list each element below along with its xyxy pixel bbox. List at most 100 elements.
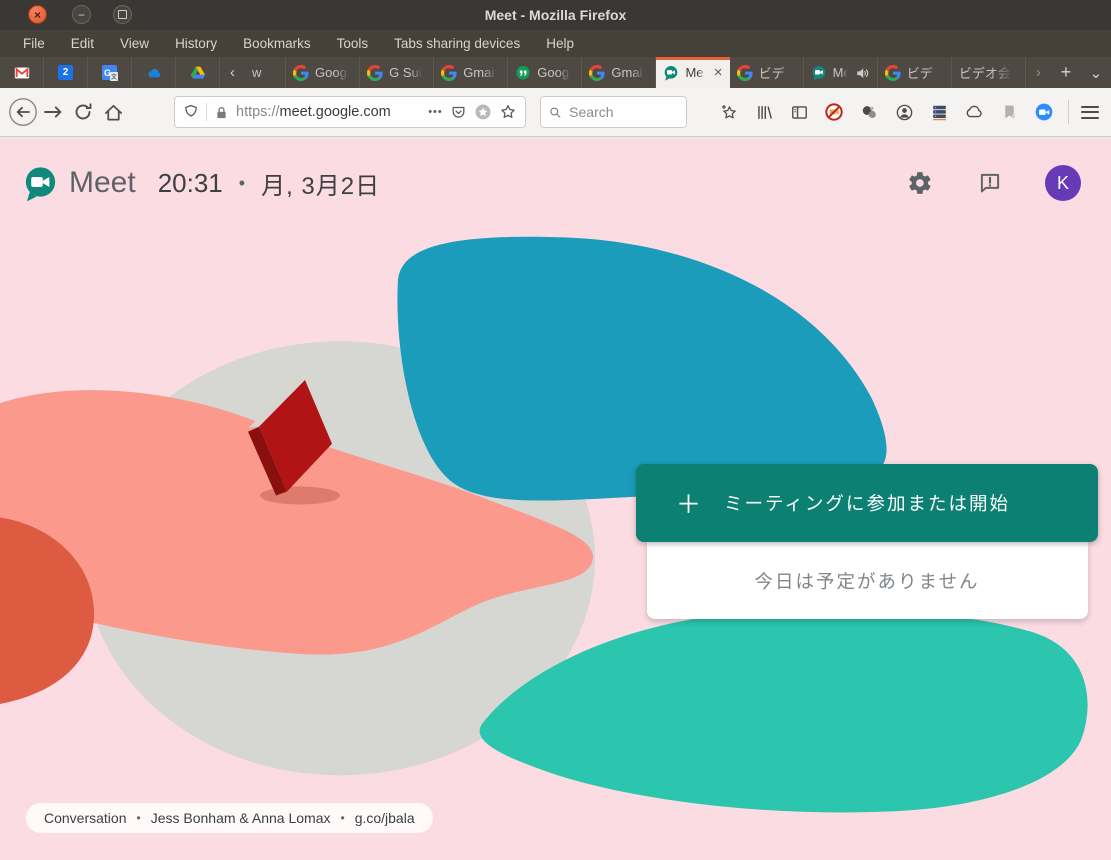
feedback-icon[interactable] (977, 170, 1003, 196)
browser-tab-active[interactable]: Me× (656, 57, 729, 88)
pocket-icon[interactable] (450, 104, 467, 121)
pinned-tab-gmail[interactable] (0, 57, 44, 88)
forward-button[interactable] (38, 97, 68, 127)
calendar-icon: 2 (58, 65, 73, 80)
pinned-tab-drive[interactable] (176, 57, 220, 88)
server-extension-button[interactable] (929, 102, 949, 122)
tab-title: Gmai (611, 65, 648, 80)
content-blocker-extension-button[interactable] (824, 102, 844, 122)
new-tab-button[interactable]: + (1051, 57, 1081, 88)
app-name: Meet (69, 166, 136, 200)
bookmark-star-icon[interactable] (499, 103, 517, 121)
browser-tab[interactable]: Goog (286, 57, 360, 88)
tab-title: Goog (537, 65, 574, 80)
library-button[interactable] (754, 102, 774, 122)
browser-tab[interactable]: Gmai (434, 57, 508, 88)
tab-audio-icon[interactable] (855, 65, 870, 80)
google-favicon (293, 65, 309, 81)
url-bar-divider (206, 103, 207, 121)
google-favicon (367, 65, 383, 81)
window-minimize-button[interactable]: − (72, 5, 91, 24)
schedule-panel: 今日は予定がありません (647, 542, 1088, 619)
browser-tab[interactable]: G Sui (360, 57, 434, 88)
tab-list-dropdown-button[interactable]: ⌄ (1081, 57, 1111, 88)
home-icon (103, 102, 124, 123)
tab-title: Goog (315, 65, 352, 80)
search-bar[interactable] (540, 96, 688, 128)
reload-button[interactable] (68, 97, 98, 127)
translate-char: 文 (110, 72, 118, 81)
menu-tabs-sharing-devices[interactable]: Tabs sharing devices (381, 32, 533, 55)
window-titlebar: × − Meet - Mozilla Firefox (0, 0, 1111, 30)
menu-tools[interactable]: Tools (324, 32, 382, 55)
window-close-button[interactable]: × (28, 5, 47, 24)
header-separator-dot: • (239, 173, 245, 194)
cloud-icon (964, 102, 984, 122)
url-host: meet.google.com (280, 104, 391, 120)
meet-page: Meet 20:31 • 月, 3月2日 K ＋ ミーティングに参加または開始 … (0, 137, 1111, 860)
bookmark-flag-extension-button[interactable] (999, 102, 1019, 122)
sidebar-toggle-button[interactable] (789, 102, 809, 122)
navigation-toolbar: https://meet.google.com ••• (0, 88, 1111, 137)
window-title: Meet - Mozilla Firefox (485, 7, 627, 23)
meet-favicon (811, 65, 827, 81)
url-bar[interactable]: https://meet.google.com ••• (174, 96, 526, 128)
library-icon (755, 103, 774, 122)
attribution-link: g.co/jbala (355, 810, 415, 826)
meet-header: Meet 20:31 • 月, 3月2日 K (0, 140, 1111, 226)
tab-scroll-right-button[interactable]: › (1026, 57, 1051, 88)
search-input[interactable] (567, 103, 678, 121)
cloud-extension-button[interactable] (964, 102, 984, 122)
browser-tab[interactable]: Me (804, 57, 878, 88)
menu-file[interactable]: File (10, 32, 58, 55)
tab-close-button[interactable]: × (714, 64, 723, 81)
home-button[interactable] (98, 97, 128, 127)
settings-gear-icon[interactable] (907, 170, 933, 196)
calendar-day: 2 (63, 67, 69, 78)
pinned-tab-translate[interactable]: G文 (88, 57, 132, 88)
star-circle-icon[interactable] (474, 103, 492, 121)
tab-scroll-left-button[interactable]: ‹ (220, 57, 245, 88)
tab-title: ビデオ会 (959, 63, 1018, 82)
tab-title: ビデ (907, 63, 944, 82)
star-plus-icon (720, 103, 739, 122)
account-avatar[interactable]: K (1045, 165, 1081, 201)
back-icon (8, 97, 38, 127)
menu-edit[interactable]: Edit (58, 32, 107, 55)
browser-tab[interactable]: ビデ (730, 57, 804, 88)
zoom-extension-button[interactable] (1034, 102, 1054, 122)
hamburger-icon (1081, 106, 1099, 108)
tab-title: Me (833, 65, 849, 80)
account-icon (895, 103, 914, 122)
window-maximize-button[interactable] (113, 5, 132, 24)
browser-tab[interactable]: Gmai (582, 57, 656, 88)
sidebar-icon (790, 103, 809, 122)
meet-favicon (663, 65, 679, 81)
spheres-icon (860, 103, 879, 122)
meet-logo-icon (22, 165, 59, 202)
attribution-badge: Conversation • Jess Bonham & Anna Lomax … (26, 803, 433, 833)
menu-bookmarks[interactable]: Bookmarks (230, 32, 324, 55)
join-or-start-meeting-button[interactable]: ＋ ミーティングに参加または開始 (636, 464, 1098, 542)
tracking-shield-icon (183, 104, 199, 120)
lock-icon (214, 105, 229, 120)
browser-tab[interactable]: Goog (508, 57, 582, 88)
tab-title: ビデ (759, 63, 796, 82)
pinned-tab-calendar[interactable]: 2 (44, 57, 88, 88)
menu-history[interactable]: History (162, 32, 230, 55)
page-actions-icon[interactable]: ••• (428, 106, 443, 118)
menu-help[interactable]: Help (533, 32, 587, 55)
spheres-extension-button[interactable] (859, 102, 879, 122)
pinned-tab-onedrive[interactable] (132, 57, 176, 88)
attribution-label: Conversation (44, 810, 127, 826)
browser-tab[interactable]: ビデオ会 (952, 57, 1026, 88)
back-button[interactable] (8, 97, 38, 127)
menu-view[interactable]: View (107, 32, 162, 55)
menu-button[interactable] (1081, 106, 1099, 119)
browser-tab[interactable]: w (245, 57, 286, 88)
url-text[interactable]: https://meet.google.com (236, 104, 421, 120)
account-button[interactable] (894, 102, 914, 122)
browser-tab[interactable]: ビデ (878, 57, 952, 88)
bookmark-add-button[interactable] (719, 102, 739, 122)
reload-icon (73, 102, 93, 122)
